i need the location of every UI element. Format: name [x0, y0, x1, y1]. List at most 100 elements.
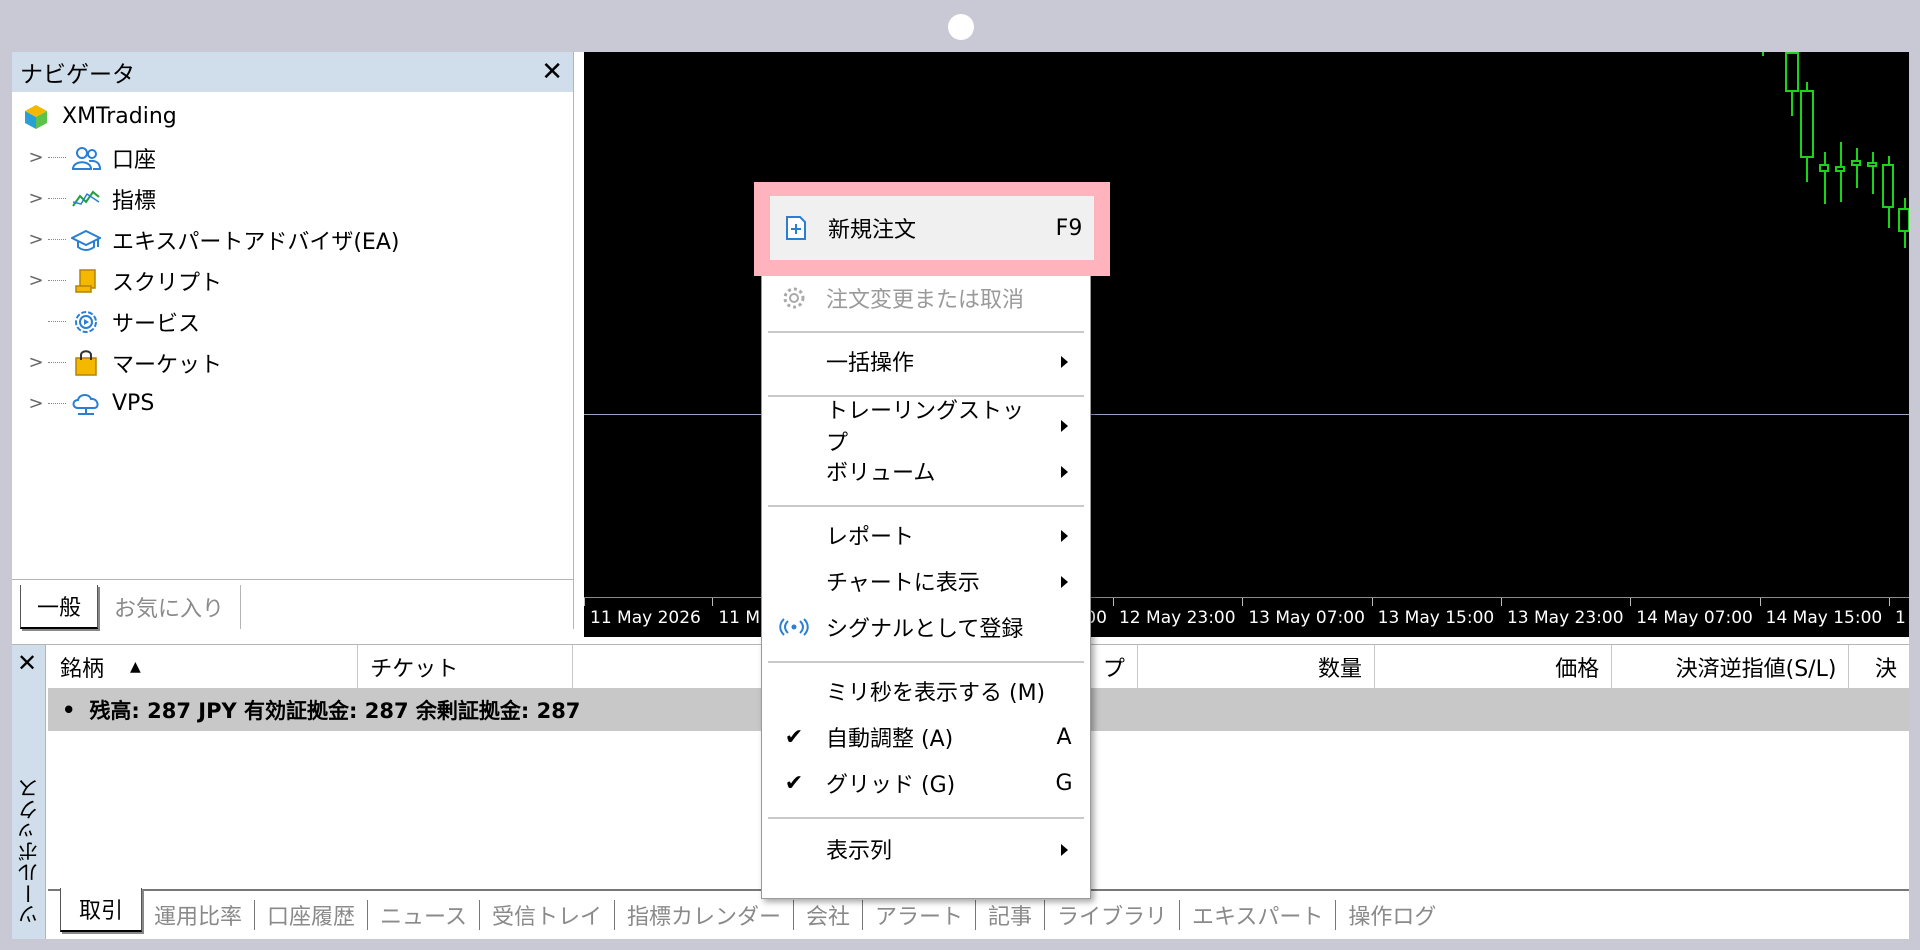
tab-exposure[interactable]: 運用比率 [142, 900, 254, 930]
time-axis-label: 13 May 07:00 [1242, 598, 1371, 637]
tab-journal[interactable]: 操作ログ [1335, 900, 1448, 930]
menu-item-columns[interactable]: 表示列 [768, 827, 1084, 871]
navigator-tree: XMTrading > 口座 > 指標 > エキスパートアドバイザ(EA) > … [12, 92, 573, 424]
navigator-titlebar: ナビゲータ ✕ [12, 52, 573, 92]
time-axis-label: 11 May 2026 [584, 598, 712, 637]
menu-item-auto-arrange[interactable]: ✔ 自動調整 (A) A [768, 715, 1084, 759]
expand-chevron-icon[interactable]: > [26, 188, 46, 209]
expand-chevron-icon[interactable]: > [26, 393, 46, 414]
column-header-take-profit[interactable]: 決 [1849, 645, 1909, 688]
submenu-arrow-icon [1060, 419, 1068, 432]
column-header-price[interactable]: 価格 [1375, 645, 1613, 688]
candle-body [1851, 160, 1861, 166]
script-icon [70, 266, 102, 296]
service-icon [70, 307, 102, 337]
menu-shortcut: A [1056, 724, 1072, 750]
tree-item-vps[interactable]: > VPS [12, 383, 573, 424]
menu-shortcut: G [1055, 770, 1073, 796]
menu-separator [768, 661, 1084, 663]
column-header-volume[interactable]: 数量 [1138, 645, 1376, 688]
new-order-icon [770, 215, 822, 241]
tab-news[interactable]: ニュース [367, 900, 479, 930]
sort-ascending-icon: ▲ [130, 658, 141, 675]
tab-general[interactable]: 一般 [20, 585, 99, 629]
tab-library[interactable]: ライブラリ [1044, 900, 1179, 930]
tab-articles[interactable]: 記事 [975, 900, 1044, 930]
submenu-arrow-icon [1060, 575, 1068, 588]
time-axis-label: 12 May 23:00 [1112, 598, 1242, 637]
market-icon [70, 348, 102, 378]
balance-text: 残高: 287 JPY 有効証拠金: 287 余剰証拠金: 287 [89, 699, 581, 723]
tree-item-scripts[interactable]: > スクリプト [12, 260, 573, 301]
toolbox-sidebar: ✕ ツールボックス [12, 645, 46, 939]
menu-item-modify-order[interactable]: 注文変更または取消 [768, 276, 1084, 320]
terminal-window: ナビゲータ ✕ XMTrading > 口座 > 指標 > エキスパートアドバイ… [12, 52, 1909, 939]
time-axis-label: 13 May 23:00 [1500, 598, 1630, 637]
expand-chevron-icon[interactable]: > [26, 229, 46, 250]
candle-wick [1762, 52, 1764, 56]
expand-chevron-icon[interactable]: > [26, 147, 46, 168]
tree-item-label: 指標 [112, 188, 157, 214]
tab-mailbox[interactable]: 受信トレイ [478, 900, 614, 930]
indicators-icon [70, 184, 102, 214]
tab-calendar[interactable]: 指標カレンダー [613, 900, 793, 930]
xm-logo-icon [20, 102, 52, 132]
candle-body [1835, 166, 1845, 172]
tree-item-indicators[interactable]: > 指標 [12, 178, 573, 219]
time-axis-label: 14 May 07:00 [1630, 598, 1759, 637]
candle-body [1785, 52, 1799, 92]
expert-advisor-icon [70, 225, 102, 255]
tree-item-label: VPS [112, 391, 155, 416]
tab-experts[interactable]: エキスパート [1179, 900, 1335, 930]
tab-trade[interactable]: 取引 [60, 888, 143, 932]
menu-separator [768, 505, 1084, 507]
column-header-ticket[interactable]: チケット [358, 645, 573, 688]
tab-alerts[interactable]: アラート [862, 900, 975, 930]
expand-chevron-icon[interactable]: > [26, 352, 46, 373]
menu-item-new-order[interactable]: 新規注文 F9 [770, 196, 1094, 260]
highlight-frame: 新規注文 F9 [754, 182, 1110, 276]
navigator-panel: ナビゲータ ✕ XMTrading > 口座 > 指標 > エキスパートアドバイ… [12, 52, 574, 629]
tree-root-xmtrading[interactable]: XMTrading [12, 96, 573, 137]
column-header-stop-loss[interactable]: 決済逆指値(S/L) [1612, 645, 1850, 688]
tree-root-label: XMTrading [62, 104, 177, 129]
tab-company[interactable]: 会社 [792, 900, 862, 930]
menu-item-show-on-chart[interactable]: チャートに表示 [768, 559, 1084, 603]
menu-separator [768, 817, 1084, 819]
tree-item-label: 口座 [112, 147, 157, 173]
camera-dot [948, 14, 974, 40]
time-axis-label: 14 May 15:00 [1759, 598, 1889, 637]
menu-item-report[interactable]: レポート [768, 513, 1084, 557]
column-header-symbol[interactable]: 銘柄 ▲ [48, 645, 359, 688]
signal-icon [768, 618, 820, 636]
submenu-arrow-icon [1060, 843, 1068, 856]
candle-wick [1824, 152, 1826, 204]
menu-item-show-milliseconds[interactable]: ミリ秒を表示する (M) [768, 669, 1084, 713]
column-label: 銘柄 [60, 656, 105, 682]
toolbox-close-icon[interactable]: ✕ [17, 651, 37, 675]
menu-shortcut: F9 [1055, 215, 1083, 241]
expand-chevron-icon[interactable]: > [26, 270, 46, 291]
context-menu: 決済 注文変更または取消 一括操作 トレーリングストップ ボリューム [761, 184, 1091, 899]
candle-wick [1840, 142, 1842, 202]
gear-icon [768, 286, 820, 310]
tree-item-market[interactable]: > マーケット [12, 342, 573, 383]
tree-item-label: エキスパートアドバイザ(EA) [112, 229, 400, 255]
tab-history[interactable]: 口座履歴 [254, 900, 367, 930]
submenu-arrow-icon [1060, 529, 1068, 542]
tree-item-accounts[interactable]: > 口座 [12, 137, 573, 178]
tree-item-label: サービス [112, 311, 201, 337]
candle-body [1867, 162, 1877, 167]
tab-favorites[interactable]: お気に入り [98, 585, 242, 629]
tree-item-services[interactable]: > サービス [12, 301, 573, 342]
menu-item-grid[interactable]: ✔ グリッド (G) G [768, 761, 1084, 805]
submenu-arrow-icon [1060, 465, 1068, 478]
menu-item-trailing-stop[interactable]: トレーリングストップ [768, 399, 1084, 456]
tree-item-expert-advisors[interactable]: > エキスパートアドバイザ(EA) [12, 219, 573, 260]
navigator-close-icon[interactable]: ✕ [541, 59, 563, 85]
menu-item-volume[interactable]: ボリューム [768, 449, 1084, 493]
accounts-icon [70, 143, 102, 173]
candle-body [1898, 208, 1909, 232]
menu-item-register-signal[interactable]: シグナルとして登録 [768, 605, 1084, 649]
menu-item-bulk-operations[interactable]: 一括操作 [768, 339, 1084, 383]
